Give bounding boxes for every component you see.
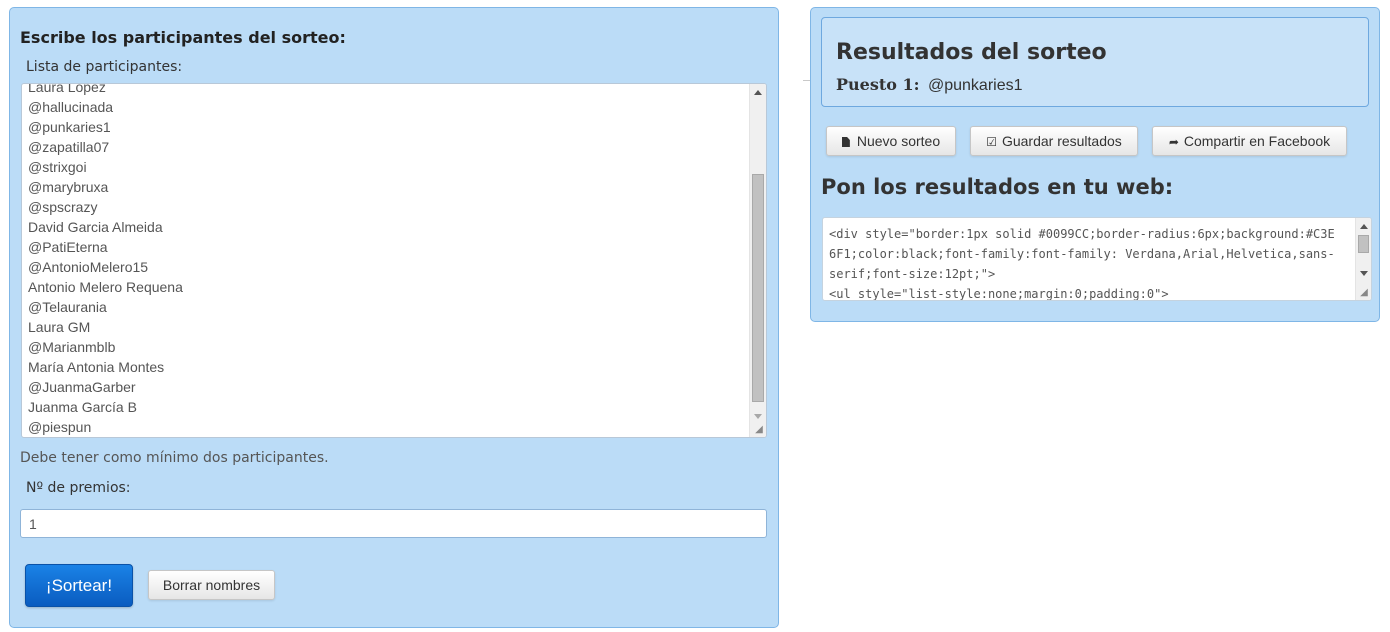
- document-icon: [841, 137, 850, 147]
- share-facebook-button[interactable]: ➦ Compartir en Facebook: [1152, 126, 1347, 156]
- participants-list: Laura López @hallucinada @punkaries1 @zapat…: [28, 83, 183, 437]
- scroll-thumb[interactable]: [752, 174, 764, 402]
- participants-list-label: Lista de participantes:: [26, 59, 183, 75]
- prizes-input[interactable]: [20, 509, 767, 538]
- participant-item: David Garcia Almeida: [28, 219, 163, 235]
- resize-grip-icon[interactable]: ◢: [753, 424, 765, 436]
- code-resize-grip-icon[interactable]: ◢: [1358, 287, 1370, 299]
- participant-item: @hallucinada: [28, 99, 114, 115]
- code-scroll-thumb[interactable]: [1358, 235, 1369, 253]
- participant-item: @Telaurania: [28, 299, 107, 315]
- participants-textarea[interactable]: Laura López @hallucinada @punkaries1 @zapat…: [21, 83, 767, 438]
- save-results-label: Guardar resultados: [1001, 133, 1122, 149]
- participant-item: @punkaries1: [28, 119, 111, 135]
- embed-code: <div style="border:1px solid #0099CC;bor…: [829, 227, 1335, 301]
- embed-code-textarea[interactable]: <div style="border:1px solid #0099CC;bor…: [822, 217, 1372, 301]
- save-results-button[interactable]: ☑ Guardar resultados: [970, 126, 1138, 156]
- participant-item: @PatiEterna: [28, 239, 108, 255]
- participant-item: @Marianmblb: [28, 339, 116, 355]
- participant-item: Juanma García B: [28, 399, 137, 415]
- results-title: Resultados del sorteo: [836, 40, 1107, 65]
- prizes-label: Nº de premios:: [26, 480, 131, 496]
- edit-check-icon: ☑: [986, 135, 997, 149]
- participants-hint: Debe tener como mínimo dos participantes…: [20, 450, 329, 466]
- draw-button[interactable]: ¡Sortear!: [25, 564, 133, 607]
- participant-item: @piespun: [28, 419, 92, 435]
- participant-item: @marybruxa: [28, 179, 109, 195]
- embed-heading: Pon los resultados en tu web:: [821, 175, 1174, 199]
- code-scroll-down-arrow-icon[interactable]: [1360, 271, 1368, 276]
- participant-item: @strixgoi: [28, 159, 87, 175]
- participant-item: @spscrazy: [28, 199, 98, 215]
- code-scroll-up-arrow-icon[interactable]: [1360, 224, 1368, 229]
- participant-item: Laura GM: [28, 319, 91, 335]
- participant-item: @zapatilla07: [28, 139, 110, 155]
- scroll-up-arrow-icon[interactable]: [754, 90, 762, 95]
- participant-item: María Antonia Montes: [28, 359, 165, 375]
- scroll-down-arrow-icon[interactable]: [754, 414, 762, 419]
- participant-item: @JuanmaGarber: [28, 379, 136, 395]
- new-draw-label: Nuevo sorteo: [856, 133, 941, 149]
- share-facebook-label: Compartir en Facebook: [1183, 133, 1331, 149]
- participants-panel: Escribe los participantes del sorteo: Li…: [9, 7, 779, 628]
- participant-item: Antonio Melero Requena: [28, 279, 183, 295]
- participant-item: @AntonioMelero15: [28, 259, 149, 275]
- new-draw-button[interactable]: Nuevo sorteo: [826, 126, 956, 156]
- clear-names-button[interactable]: Borrar nombres: [148, 570, 275, 600]
- winner-label: Puesto 1:: [836, 75, 920, 94]
- results-box: Resultados del sorteo Puesto 1: @punkari…: [821, 17, 1369, 107]
- winner-line: Puesto 1: @punkaries1: [836, 75, 1023, 95]
- results-panel: Resultados del sorteo Puesto 1: @punkari…: [810, 7, 1380, 322]
- form-heading: Escribe los participantes del sorteo:: [20, 28, 346, 47]
- share-arrow-icon: ➦: [1168, 135, 1179, 149]
- participants-scrollbar[interactable]: [749, 84, 766, 437]
- winner-value: @punkaries1: [927, 77, 1023, 94]
- participant-item: Laura López: [28, 83, 106, 95]
